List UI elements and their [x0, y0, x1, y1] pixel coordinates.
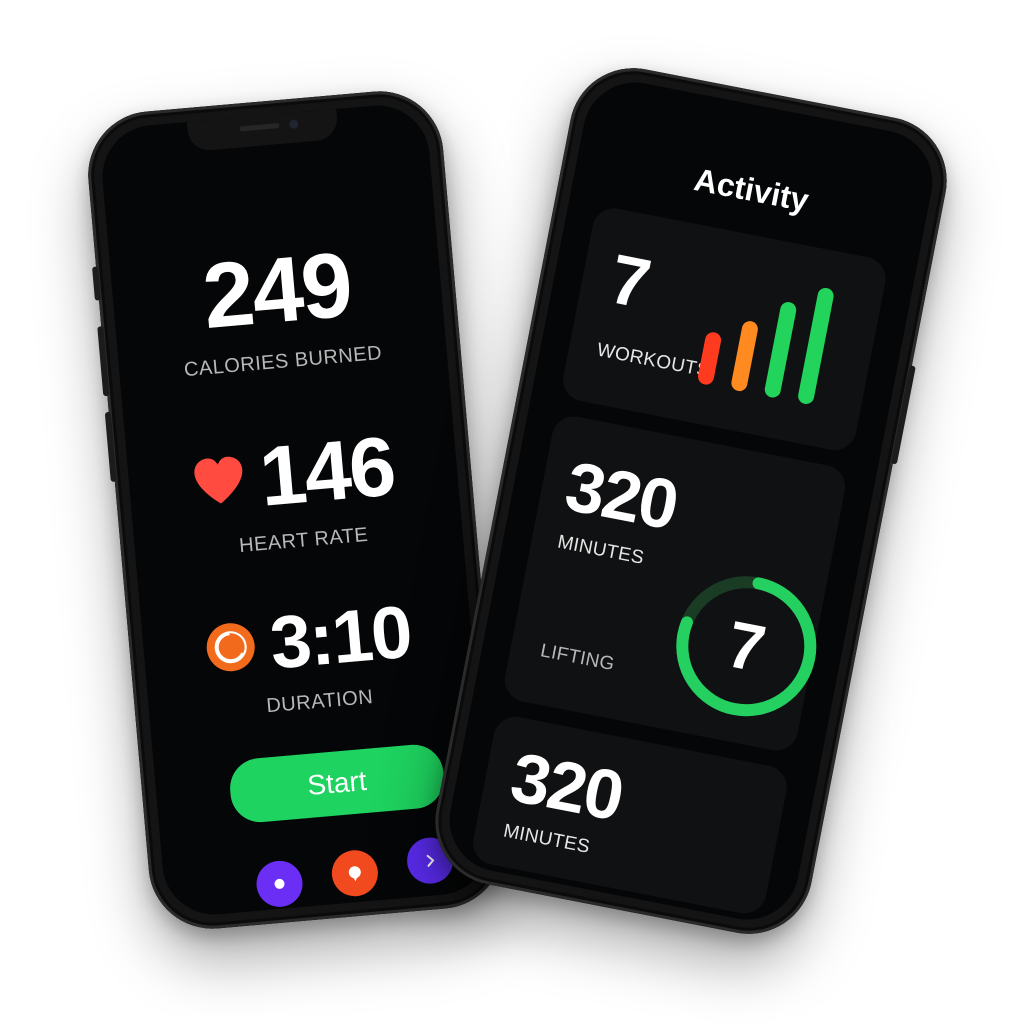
mute-switch — [92, 266, 101, 301]
heart-icon — [194, 456, 243, 504]
duration-metric: 3:10 DURATION — [141, 589, 477, 728]
workout-bar-3 — [763, 300, 798, 399]
volume-up-button — [97, 326, 110, 397]
minutes-value: 320 — [559, 446, 683, 545]
record-icon — [274, 878, 285, 889]
lifting-progress-ring: 7 — [658, 558, 834, 734]
start-button[interactable]: Start — [227, 742, 447, 825]
bottom-action-bar — [254, 835, 474, 909]
heart-rate-metric: 146 HEART RATE — [126, 418, 463, 567]
workout-bar-4 — [796, 286, 835, 406]
notch — [186, 108, 339, 152]
volume-down-button — [104, 411, 117, 483]
calories-value: 249 — [198, 233, 355, 349]
left-phone-screen: 249 CALORIES BURNED 146 HEART RATE 3:10 — [98, 101, 494, 919]
chat-button[interactable] — [329, 848, 380, 899]
chat-bubble-icon — [348, 866, 361, 882]
timer-icon — [206, 623, 255, 672]
heart-rate-value: 146 — [255, 418, 398, 524]
workout-bar-1 — [696, 330, 723, 386]
minutes-lifting-card[interactable]: 320 MINUTES LIFTING 7 — [501, 412, 849, 755]
ring-value: 7 — [721, 606, 772, 687]
workout-bar-2 — [730, 319, 760, 393]
speaker — [239, 122, 280, 132]
duration-value: 3:10 — [266, 589, 414, 685]
chevron-right-icon — [426, 854, 435, 867]
lifting-label: LIFTING — [538, 640, 617, 676]
workouts-value: 7 — [603, 239, 655, 323]
minutes-2-value: 320 — [504, 737, 629, 836]
right-phone: Activity 7 WORKOUTS 320 MINUTES LIFTING … — [424, 57, 958, 945]
calories-metric: 249 CALORIES BURNED — [109, 231, 447, 388]
workouts-bar-chart — [696, 267, 857, 410]
workouts-card[interactable]: 7 WORKOUTS — [559, 204, 890, 454]
front-camera — [288, 119, 299, 130]
workouts-label: WORKOUTS — [595, 339, 712, 382]
record-button[interactable] — [254, 858, 305, 909]
right-phone-screen: Activity 7 WORKOUTS 320 MINUTES LIFTING … — [440, 73, 942, 929]
